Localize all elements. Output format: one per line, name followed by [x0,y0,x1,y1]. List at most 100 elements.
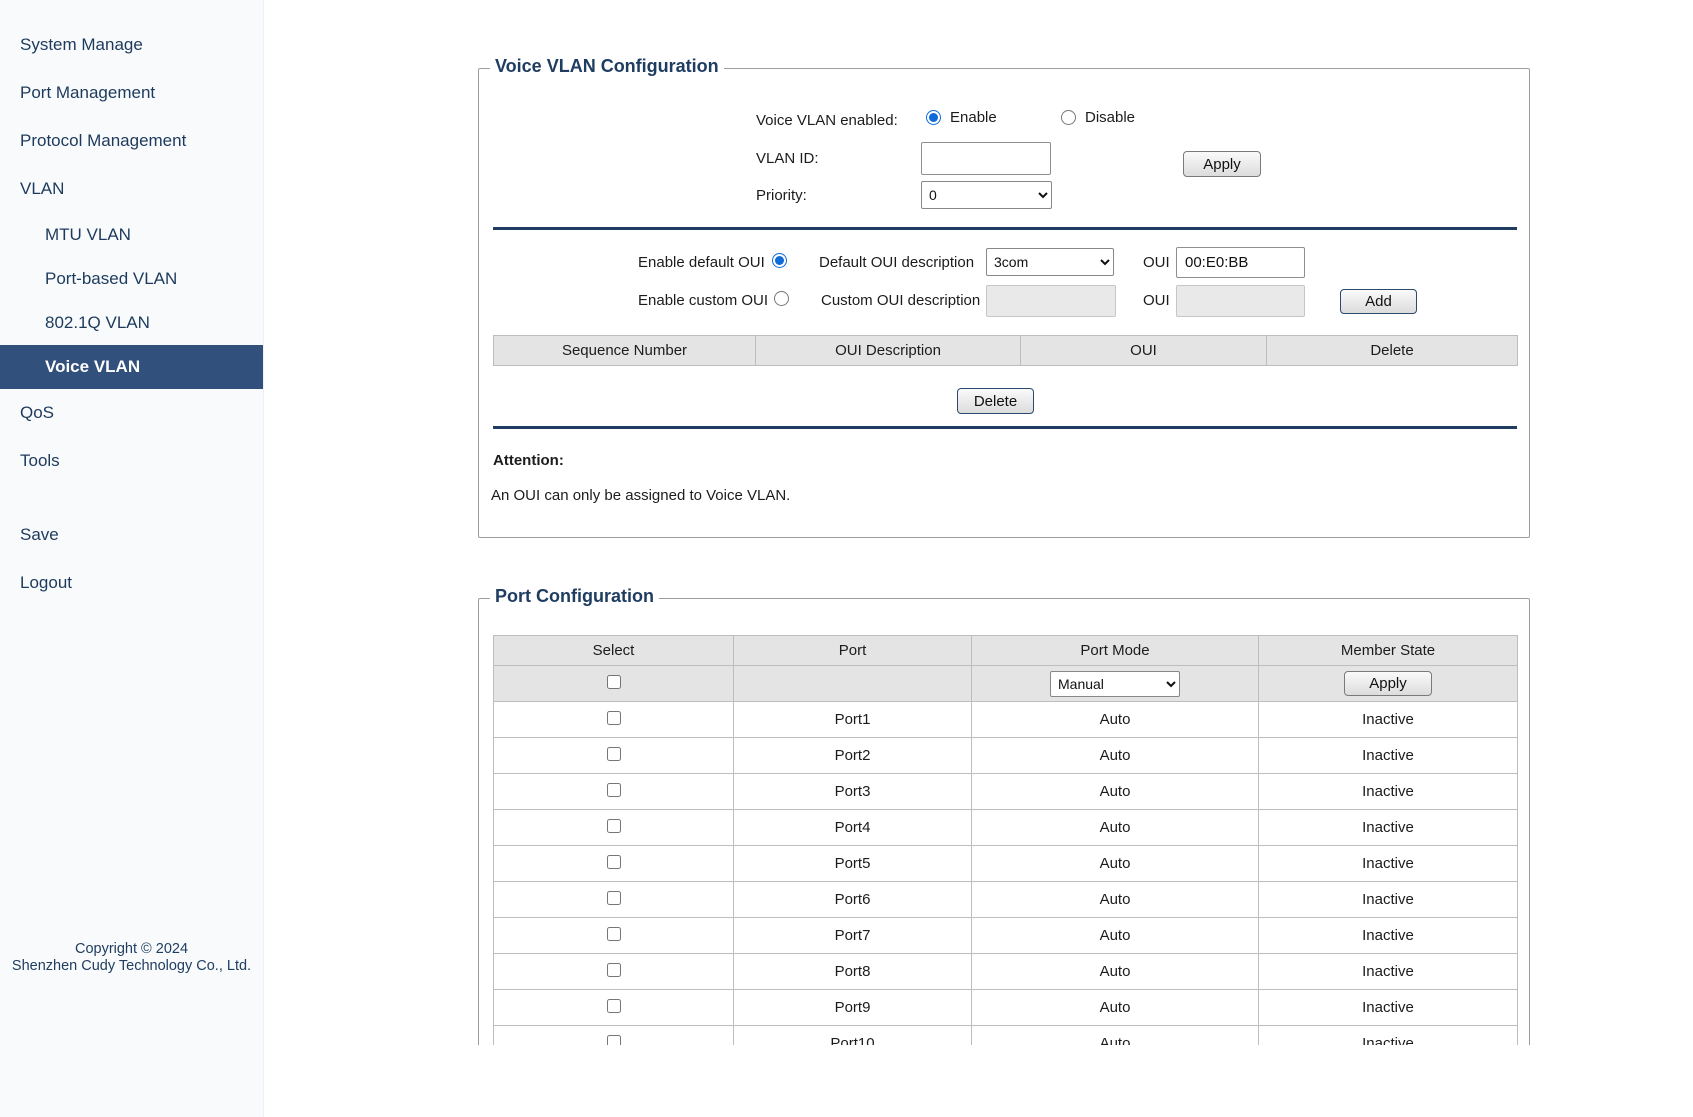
port-mode-apply-button[interactable]: Apply [1344,671,1432,696]
vlan-id-input[interactable] [921,142,1051,175]
default-oui-description-label: Default OUI description [819,254,974,271]
sidebar-item-label: Port Management [20,83,155,103]
sidebar-item-vlan[interactable]: VLAN [0,165,263,213]
port-row: Port4 Auto Inactive [494,810,1518,846]
select-all-checkbox[interactable] [607,675,621,689]
enable-default-oui-label: Enable default OUI [638,254,765,271]
section-divider [493,227,1517,230]
port5-checkbox[interactable] [607,855,621,869]
sidebar-item-label: QoS [20,403,54,423]
oui-table: Sequence Number OUI Description OUI Dele… [493,335,1518,366]
member-state-cell: Inactive [1259,918,1518,954]
sidebar-item-label: System Manage [20,35,143,55]
port6-checkbox[interactable] [607,891,621,905]
custom-oui-label: OUI [1143,292,1170,309]
port-mode-cell: Auto [972,810,1259,846]
member-state-cell: Inactive [1259,738,1518,774]
port-mode-cell: Auto [972,738,1259,774]
sidebar-gap [0,485,263,511]
member-state-cell: Inactive [1259,882,1518,918]
voice-vlan-disable-radio-group[interactable]: Disable [1061,109,1135,126]
port3-checkbox[interactable] [607,783,621,797]
member-state-cell: Inactive [1259,702,1518,738]
sidebar-item-system-manage[interactable]: System Manage [0,21,263,69]
port-name-cell: Port7 [734,918,972,954]
port-mode-cell: Auto [972,774,1259,810]
port-mode-select[interactable]: Manual [1050,671,1180,697]
sidebar-item-label: Voice VLAN [45,357,140,377]
section-divider [493,426,1517,429]
sidebar-item-tools[interactable]: Tools [0,437,263,485]
sidebar-item-label: Protocol Management [20,131,186,151]
sidebar-item-save[interactable]: Save [0,511,263,559]
viewport-cutoff [265,1045,1693,1117]
copyright-notice: Copyright © 2024 Shenzhen Cudy Technolog… [0,941,263,975]
sidebar-item-port-based-vlan[interactable]: Port-based VLAN [0,257,263,301]
voice-vlan-enable-radio[interactable] [926,110,941,125]
port-table-header-port: Port [734,636,972,666]
custom-oui-input[interactable] [1176,285,1305,317]
port-row: Port2 Auto Inactive [494,738,1518,774]
port-mode-cell: Auto [972,954,1259,990]
priority-select[interactable]: 0 [921,181,1052,209]
port-table-apply-row: Manual Apply [494,666,1518,702]
enable-custom-oui-radio[interactable] [774,291,789,306]
vlan-id-label: VLAN ID: [756,150,819,167]
priority-label: Priority: [756,187,807,204]
default-oui-input[interactable] [1176,247,1305,278]
port-configuration-panel: Port Configuration Select Port Port Mode… [478,598,1530,1117]
port-table-header-port-mode: Port Mode [972,636,1259,666]
enable-custom-oui-label: Enable custom OUI [638,292,768,309]
port1-checkbox[interactable] [607,711,621,725]
member-state-cell: Inactive [1259,846,1518,882]
port-table-header-row: Select Port Port Mode Member State [494,636,1518,666]
sidebar-item-label: Port-based VLAN [45,269,177,289]
voice-vlan-apply-button[interactable]: Apply [1183,151,1261,177]
custom-oui-description-input[interactable] [986,285,1116,317]
sidebar-item-protocol-management[interactable]: Protocol Management [0,117,263,165]
delete-oui-button[interactable]: Delete [957,388,1034,414]
sidebar-item-qos[interactable]: QoS [0,389,263,437]
port8-checkbox[interactable] [607,963,621,977]
custom-oui-description-label: Custom OUI description [821,292,980,309]
port-row: Port5 Auto Inactive [494,846,1518,882]
sidebar-item-mtu-vlan[interactable]: MTU VLAN [0,213,263,257]
oui-table-header-oui-description: OUI Description [756,336,1021,366]
port7-checkbox[interactable] [607,927,621,941]
port2-checkbox[interactable] [607,747,621,761]
port-name-cell: Port6 [734,882,972,918]
port-config-table: Select Port Port Mode Member State Manua… [493,635,1518,1062]
oui-table-header-row: Sequence Number OUI Description OUI Dele… [494,336,1518,366]
voice-vlan-enable-radio-group[interactable]: Enable [926,109,997,126]
port-config-panel-title: Port Configuration [490,586,659,607]
sidebar-item-8021q-vlan[interactable]: 802.1Q VLAN [0,301,263,345]
sidebar-item-label: 802.1Q VLAN [45,313,150,333]
port-row: Port3 Auto Inactive [494,774,1518,810]
oui-table-header-sequence-number: Sequence Number [494,336,756,366]
add-oui-button[interactable]: Add [1340,289,1417,314]
enable-option-label: Enable [950,109,997,126]
sidebar-item-label: Tools [20,451,60,471]
sidebar-item-port-management[interactable]: Port Management [0,69,263,117]
attention-title: Attention: [493,452,564,469]
sidebar-item-logout[interactable]: Logout [0,559,263,607]
member-state-cell: Inactive [1259,774,1518,810]
voice-vlan-disable-radio[interactable] [1061,110,1076,125]
port-name-cell: Port3 [734,774,972,810]
port-mode-cell: Auto [972,846,1259,882]
copyright-line-1: Copyright © 2024 [0,941,263,958]
port9-checkbox[interactable] [607,999,621,1013]
attention-text: An OUI can only be assigned to Voice VLA… [491,487,790,504]
port4-checkbox[interactable] [607,819,621,833]
sidebar-nav: System Manage Port Management Protocol M… [0,0,263,607]
port-name-cell: Port9 [734,990,972,1026]
port-name-cell: Port4 [734,810,972,846]
enable-default-oui-radio[interactable] [772,253,787,268]
voice-vlan-configuration-panel: Voice VLAN Configuration Voice VLAN enab… [478,68,1530,538]
default-oui-description-select[interactable]: 3com [986,248,1114,276]
port-mode-cell: Auto [972,702,1259,738]
port-name-cell: Port8 [734,954,972,990]
port-row: Port8 Auto Inactive [494,954,1518,990]
empty-cell [734,666,972,702]
sidebar-item-voice-vlan[interactable]: Voice VLAN [0,345,263,389]
